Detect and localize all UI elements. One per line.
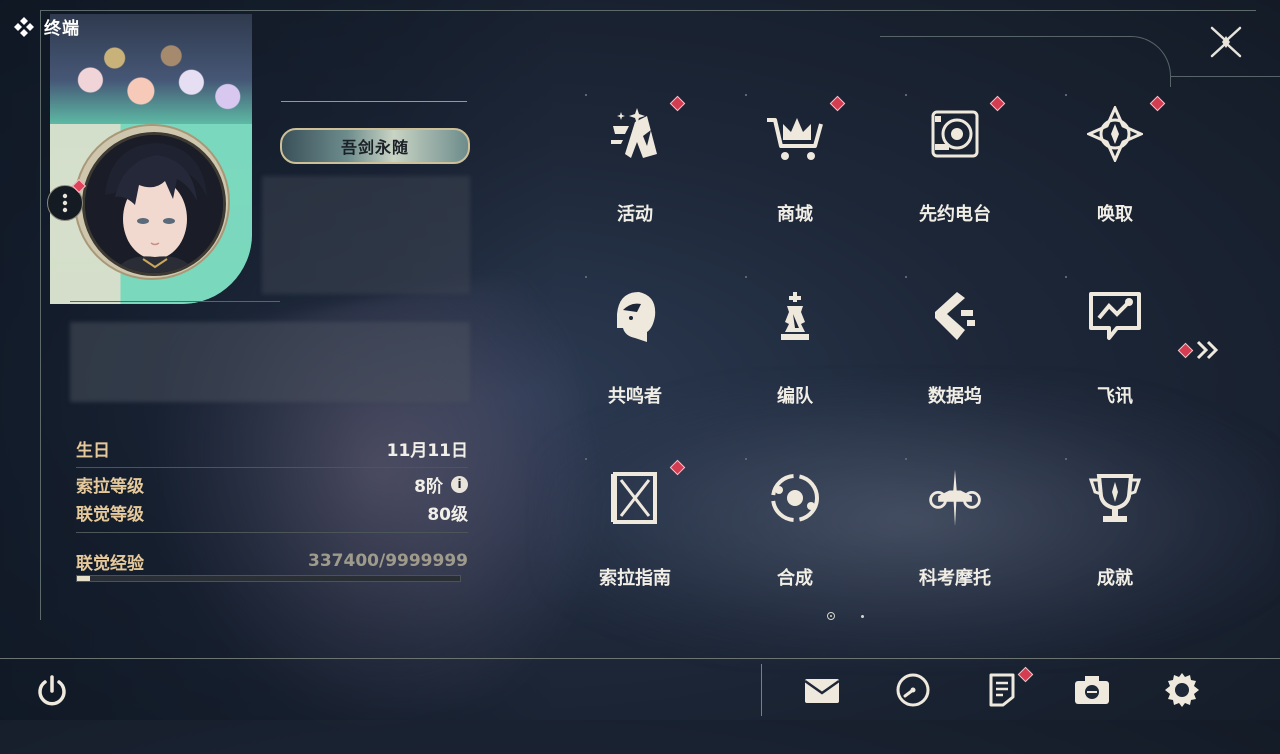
menu-item-label: 科考摩托 — [919, 568, 991, 589]
stat-value: 8阶 — [414, 476, 443, 497]
stat-label: 索拉等级 — [76, 476, 144, 497]
menu-item-radio[interactable]: 先约电台 — [875, 80, 1035, 250]
avatar-portrait — [85, 135, 223, 273]
mail-icon — [804, 679, 840, 703]
menu-item-message[interactable]: 飞讯 — [1035, 262, 1195, 432]
notice-icon — [989, 673, 1015, 707]
menu-item-convene[interactable]: 唤取 — [1035, 80, 1195, 250]
power-icon — [38, 675, 66, 706]
menu-item-data-bank[interactable]: 数据坞 — [875, 262, 1035, 432]
menu-item-label: 数据坞 — [928, 386, 982, 407]
menu-item-label: 合成 — [777, 568, 813, 589]
resonator-icon — [605, 286, 665, 346]
stat-sola-level: 索拉等级 8阶 i — [76, 472, 468, 497]
stat-label: 联觉等级 — [76, 504, 144, 525]
menu-grid: 活动 商城 先约电台 唤取 共鸣者 编队 数据坞 飞讯 索拉指南 合成 科考摩托… — [555, 80, 1195, 625]
notification-badge — [669, 95, 686, 112]
menu-item-guidebook[interactable]: 索拉指南 — [555, 444, 715, 614]
radio-icon — [925, 104, 985, 164]
profile-card — [50, 14, 252, 304]
pagination-dots — [827, 612, 867, 622]
page-title: 终端 — [12, 14, 80, 39]
signature-redacted — [70, 322, 470, 402]
stat-label: 联觉经验 — [76, 553, 144, 574]
team-chess-icon — [765, 286, 825, 346]
notification-badge — [1177, 342, 1194, 358]
data-bank-icon — [925, 286, 985, 346]
frame-line-top — [40, 10, 1256, 11]
menu-item-motorbike[interactable]: 科考摩托 — [875, 444, 1035, 614]
notification-badge — [829, 95, 846, 112]
menu-item-label: 先约电台 — [919, 204, 991, 225]
menu-item-activity[interactable]: 活动 — [555, 80, 715, 250]
menu-item-resonator[interactable]: 共鸣者 — [555, 262, 715, 432]
notice-button[interactable] — [982, 666, 1034, 710]
notification-badge — [989, 95, 1006, 112]
menu-item-label: 飞讯 — [1097, 386, 1133, 407]
camera-button[interactable] — [1072, 670, 1112, 710]
activity-icon — [605, 104, 665, 164]
camera-icon — [1075, 676, 1109, 704]
stat-union-exp: 联觉经验 337400/9999999 — [76, 549, 468, 574]
message-icon — [1085, 286, 1145, 346]
settings-button[interactable] — [1162, 670, 1202, 710]
menu-item-label: 成就 — [1097, 568, 1133, 589]
notification-badge — [669, 459, 686, 476]
more-vertical-icon — [62, 193, 68, 213]
menu-item-achievement[interactable]: 成就 — [1035, 444, 1195, 614]
player-title-text: 吾剑永随 — [340, 138, 409, 157]
shop-cart-icon — [765, 104, 825, 164]
frame-line-left — [40, 10, 41, 620]
notification-badge — [1149, 95, 1166, 112]
name-underline — [281, 101, 467, 102]
trophy-icon — [1085, 468, 1145, 528]
clock-icon — [896, 673, 930, 707]
profile-divider — [70, 301, 280, 302]
stat-value: 11月11日 — [386, 440, 468, 461]
frame-line-right — [1170, 76, 1280, 77]
player-title-badge[interactable]: 吾剑永随 — [280, 128, 470, 164]
convene-icon — [1085, 104, 1145, 164]
union-exp-progress-fill — [77, 576, 90, 581]
stat-divider — [76, 532, 468, 533]
menu-item-synthesis[interactable]: 合成 — [715, 444, 875, 614]
union-exp-progress-bar — [76, 575, 461, 582]
menu-item-label: 唤取 — [1097, 204, 1133, 225]
motorbike-icon — [925, 468, 985, 528]
menu-item-label: 索拉指南 — [599, 568, 671, 589]
avatar[interactable] — [82, 132, 226, 276]
stat-divider — [76, 467, 468, 468]
guidebook-icon — [605, 468, 665, 528]
menu-item-label: 商城 — [777, 204, 813, 225]
menu-item-shop[interactable]: 商城 — [715, 80, 875, 250]
menu-item-label: 共鸣者 — [608, 386, 662, 407]
menu-item-team[interactable]: 编队 — [715, 262, 875, 432]
stat-label: 生日 — [76, 440, 110, 461]
synthesis-icon — [765, 468, 825, 528]
close-icon — [1210, 26, 1242, 58]
bottom-bar-divider — [0, 658, 1280, 659]
stat-union-level: 联觉等级 80级 — [76, 500, 468, 525]
chevron-double-right-icon — [1196, 340, 1219, 360]
menu-item-label: 活动 — [617, 204, 653, 225]
stat-value: 337400/9999999 — [308, 551, 468, 571]
stat-value-wrap: 8阶 i — [414, 472, 468, 497]
stat-value: 80级 — [427, 504, 468, 525]
mail-button[interactable] — [802, 670, 842, 710]
menu-item-label: 编队 — [777, 386, 813, 407]
stat-birthday: 生日 11月11日 — [76, 436, 468, 461]
page-dot[interactable] — [861, 615, 864, 618]
page-dot-active[interactable] — [827, 612, 835, 620]
history-button[interactable] — [893, 670, 933, 710]
close-button[interactable] — [1206, 22, 1246, 62]
settings-gear-icon — [1165, 673, 1199, 707]
next-page-button[interactable] — [1177, 339, 1222, 361]
info-icon[interactable]: i — [451, 475, 468, 493]
power-button[interactable] — [34, 673, 70, 709]
bottom-bar-separator — [761, 664, 762, 716]
terminal-diamond-icon — [14, 16, 34, 37]
page-title-text: 终端 — [44, 19, 80, 39]
card-banner-art — [50, 14, 252, 124]
player-info-redacted — [262, 176, 470, 294]
